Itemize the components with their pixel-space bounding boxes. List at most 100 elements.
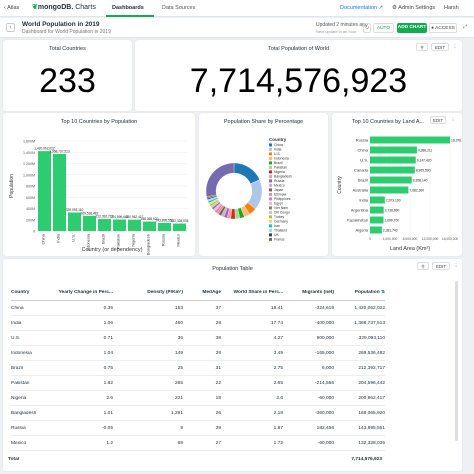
bar[interactable] — [173, 223, 186, 231]
bar[interactable] — [370, 176, 412, 184]
back-button[interactable]: ‹ — [6, 23, 15, 32]
atlas-link[interactable]: ‹ Atlas — [4, 5, 19, 11]
population-table: Country Yearly Change in Perc... Density… — [11, 285, 385, 451]
bar[interactable] — [370, 136, 450, 144]
column-header[interactable]: Yearly Change in Perc... — [57, 290, 113, 295]
table-cell: 265 — [174, 380, 183, 386]
legend-item[interactable]: Mexico — [274, 184, 285, 188]
legend-item[interactable]: Ethiopia — [274, 193, 286, 197]
bar[interactable] — [158, 222, 171, 231]
zoom-button[interactable]: ⚲ — [417, 262, 429, 270]
edit-button[interactable]: EDIT — [431, 43, 449, 51]
user-menu[interactable]: Harsh — [444, 5, 459, 11]
bar[interactable] — [370, 186, 409, 194]
table-cell: Mexico — [11, 440, 27, 446]
legend-item[interactable]: Viet Nam — [274, 206, 288, 210]
pie-slice[interactable] — [233, 162, 260, 184]
x-tick-label: India — [56, 233, 61, 242]
pie-slice[interactable] — [205, 162, 235, 198]
legend-item[interactable]: France — [274, 238, 285, 242]
table-cell: 27 — [215, 440, 221, 446]
total-countries-title: Total Countries — [49, 46, 86, 52]
access-button[interactable]: ● ACCESS — [429, 23, 457, 33]
population-header-label: Population — [354, 290, 380, 295]
x-tick-label: 12,000,000 — [422, 237, 439, 241]
legend-item[interactable]: Bangladesh — [274, 175, 292, 179]
bar[interactable] — [53, 154, 66, 231]
bar[interactable] — [370, 206, 384, 214]
legend-item[interactable]: Thailand — [274, 229, 287, 233]
refresh-button[interactable]: ↻ — [363, 23, 371, 33]
x-tick-label: 16,000,000 — [442, 237, 459, 241]
legend-item[interactable]: Brazil — [274, 161, 283, 165]
legend-item[interactable]: Indonesia — [274, 157, 289, 161]
tab-dashboards[interactable]: Dashboards — [112, 5, 144, 11]
x-axis-label: Land Area (Km²) — [390, 246, 431, 252]
table-scrollbar[interactable] — [455, 281, 458, 441]
y-axis-label: Country — [337, 176, 343, 194]
x-axis-label: Country (or dependency) — [82, 247, 143, 253]
legend-item[interactable]: Iran — [274, 224, 280, 228]
column-header[interactable]: Density (P/Km²) — [113, 290, 183, 295]
table-cell: -60,000 — [317, 395, 334, 401]
more-options-button[interactable]: ⋮ — [451, 43, 459, 51]
bar[interactable] — [98, 219, 111, 231]
bar[interactable] — [83, 215, 96, 231]
legend-item[interactable]: Egypt — [274, 202, 283, 206]
bar[interactable] — [68, 212, 81, 231]
bar[interactable] — [113, 219, 126, 231]
table-cell: 4.27 — [273, 335, 283, 341]
bar[interactable] — [370, 156, 416, 164]
bar[interactable] — [370, 146, 417, 154]
add-chart-button[interactable]: ADD CHART — [397, 23, 427, 33]
bar[interactable] — [143, 221, 156, 231]
data-label: 2,973,190 — [386, 198, 401, 202]
legend-item[interactable]: China — [274, 143, 283, 147]
column-header[interactable]: Country — [11, 290, 57, 295]
bar[interactable] — [370, 166, 415, 174]
zoom-button[interactable]: ⚲ — [416, 43, 428, 51]
legend-item[interactable]: Russia — [274, 179, 284, 183]
edit-button[interactable]: EDIT — [432, 262, 450, 270]
bar[interactable] — [370, 226, 382, 234]
y-tick-label: Australia — [352, 188, 368, 193]
y-tick-label: 600M — [26, 196, 35, 200]
documentation-link[interactable]: Documentation ↗ — [340, 5, 383, 11]
legend-item[interactable]: Philippines — [274, 197, 291, 201]
legend-item[interactable]: Germany — [274, 220, 288, 224]
top10-population-panel: Top 10 Countries by Population 1,600M 1,4… — [3, 113, 195, 256]
column-header[interactable]: MedAge — [183, 290, 221, 295]
more-options-button[interactable]: ⋮ — [452, 262, 460, 270]
table-row: Russia -0.05 9 39 1.87 182,456 143,895,551 — [11, 421, 385, 436]
legend-item[interactable]: DR Congo — [274, 211, 290, 215]
legend-item[interactable]: Nigeria — [274, 170, 285, 174]
table-cell: 2.6 — [106, 395, 113, 401]
fullscreen-button[interactable]: ⤢ — [461, 23, 469, 33]
legend-item[interactable]: Japan — [274, 188, 283, 192]
y-tick-label: 1,600M — [23, 140, 35, 144]
legend-swatch — [269, 179, 272, 183]
legend-item[interactable]: India — [274, 148, 281, 152]
column-header[interactable]: Migrants (net) — [283, 290, 334, 295]
documentation-label: Documentation — [340, 5, 377, 11]
auto-refresh-toggle[interactable]: AUTO — [373, 23, 394, 33]
admin-settings-link[interactable]: ⚙ Admin Settings — [392, 5, 435, 11]
table-cell: 149 — [174, 350, 183, 356]
bar[interactable] — [370, 196, 385, 204]
admin-label: Admin Settings — [398, 5, 436, 11]
bar[interactable] — [370, 216, 384, 224]
legend-item[interactable]: Turkey — [274, 215, 285, 219]
y-tick-label: 1,400M — [23, 151, 35, 155]
legend-item[interactable]: Pakistan — [274, 166, 287, 170]
legend-item[interactable]: UK — [274, 233, 279, 237]
table-row: U.S. 0.71 36 38 4.27 900,000 329,093,110 — [11, 331, 385, 346]
legend-item[interactable]: U.S. — [274, 152, 281, 156]
bar[interactable] — [128, 219, 141, 231]
atlas-label: Atlas — [7, 5, 20, 11]
x-tick-label: U.S. — [71, 234, 76, 242]
x-tick-label: 4,000,000 — [383, 237, 398, 241]
column-header[interactable]: Population ⇅ — [334, 290, 385, 295]
tab-data-sources[interactable]: Data Sources — [162, 5, 195, 11]
column-header[interactable]: World Share in Perc... — [221, 290, 284, 295]
bar[interactable] — [38, 151, 51, 231]
